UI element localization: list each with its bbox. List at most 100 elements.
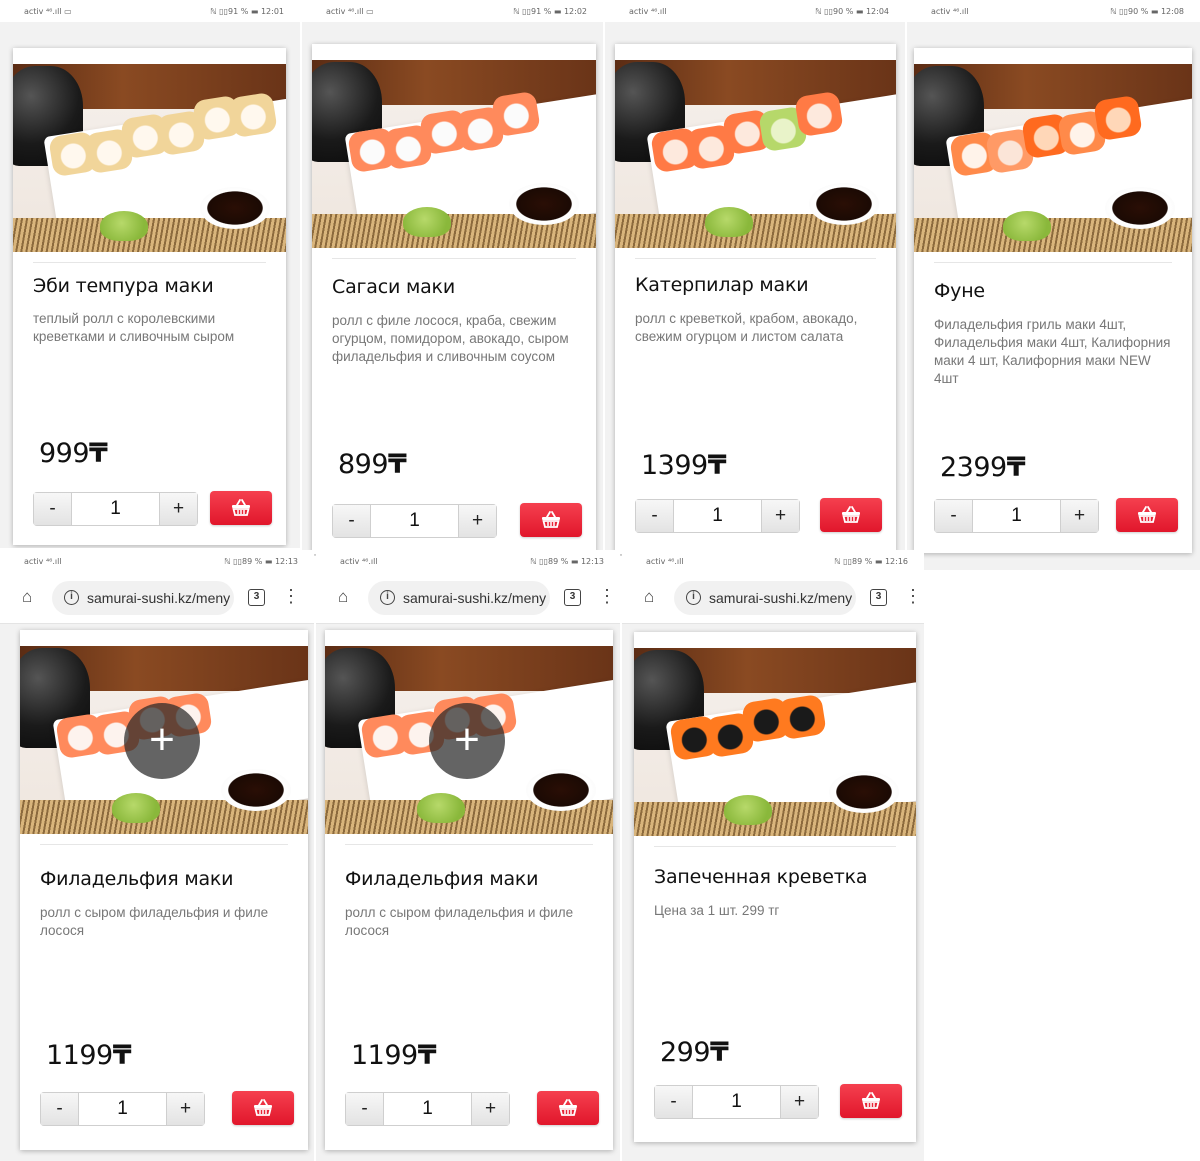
price-value: 299 [660,1037,711,1068]
product-image[interactable]: + [325,646,613,834]
status-bar: activ ⁴⁶.ıll ▭ ℕ ▯▯91 % ▬ 12:01 [0,0,300,22]
add-to-cart-button[interactable] [210,491,272,525]
status-bar: activ ⁴⁶.ıll ℕ ▯▯89 % ▬ 12:13 [316,550,620,572]
status-bar: activ ⁴⁶.ıll ℕ ▯▯89 % ▬ 12:16 [622,550,924,572]
decrease-quantity-button[interactable]: - [34,493,72,525]
quantity-stepper: -1 + [635,499,800,533]
phone-screenshot: activ ⁴⁶.ıll ▭ ℕ ▯▯91 % ▬ 12:02 Сагаси мак… [302,0,603,556]
url-text[interactable]: samurai-sushi.kz/meny [87,590,230,606]
quantity-input[interactable]: 1 [371,505,458,537]
add-to-cart-button[interactable] [537,1091,599,1125]
product-image[interactable] [634,648,916,836]
product-description: ролл с филе лосося, краба, свежим огурцо… [332,313,569,364]
add-to-cart-button[interactable] [820,498,882,532]
sushi-roll [1093,94,1143,142]
wasabi [1002,210,1051,241]
currency-symbol: ₸ [1006,452,1026,483]
product-price: 1399₸ [641,450,727,481]
url-text[interactable]: samurai-sushi.kz/meny [709,590,852,606]
product-card: + Филадельфия маки ролл с сыром филадельфи… [20,630,308,1150]
increase-quantity-button[interactable]: + [780,1086,818,1118]
decrease-quantity-button[interactable]: - [346,1093,384,1125]
product-image[interactable] [312,60,596,248]
system-indicators: ℕ ▯▯89 % ▬ 12:16 [834,557,908,566]
quantity-input[interactable]: 1 [973,500,1060,532]
product-price: 999₸ [39,438,108,469]
product-card: Катерпилар маки ролл с креветкой, крабом,… [615,44,896,554]
increase-quantity-button[interactable]: + [166,1093,204,1125]
decrease-quantity-button[interactable]: - [41,1093,79,1125]
address-bar[interactable]: i samurai-sushi.kz/meny [52,581,234,615]
add-overlay-icon[interactable]: + [124,703,200,779]
url-text[interactable]: samurai-sushi.kz/meny [403,590,546,606]
info-icon[interactable]: i [686,590,701,605]
network-indicator: activ ⁴⁶.ıll [340,557,378,566]
product-description: ролл с креветкой, крабом, авокадо, свежи… [635,311,858,344]
address-bar[interactable]: i samurai-sushi.kz/meny [368,581,550,615]
phone-screenshot: activ ⁴⁶.ıll ▭ ℕ ▯▯91 % ▬ 12:01 Эби темпур… [0,0,300,548]
tab-switcher-button[interactable]: 3 [248,589,265,606]
decrease-quantity-button[interactable]: - [935,500,973,532]
quantity-stepper: -1 + [654,1085,819,1119]
add-to-cart-button[interactable] [1116,498,1178,532]
status-bar: activ ⁴⁶.ıll ℕ ▯▯90 % ▬ 12:08 [907,0,1200,22]
more-menu-icon[interactable]: ⋮ [598,584,616,608]
divider [33,262,266,263]
home-icon[interactable]: ⌂ [338,587,348,607]
product-card: Сагаси маки ролл с филе лосося, краба, св… [312,44,596,554]
quantity-input[interactable]: 1 [72,493,159,525]
increase-quantity-button[interactable]: + [159,493,197,525]
sushi-roll [228,91,278,139]
increase-quantity-button[interactable]: + [1060,500,1098,532]
product-image[interactable] [13,64,286,252]
decrease-quantity-button[interactable]: - [655,1086,693,1118]
add-to-cart-button[interactable] [840,1084,902,1118]
browser-toolbar: ⌂ i samurai-sushi.kz/meny 3 ⋮ [316,572,620,624]
add-to-cart-button[interactable] [520,503,582,537]
product-price: 1199₸ [46,1040,132,1071]
network-indicator: activ ⁴⁶.ıll ▭ [24,7,72,16]
product-image[interactable] [914,64,1192,252]
wasabi [704,206,753,237]
quantity-input[interactable]: 1 [693,1086,780,1118]
basket-icon [842,506,860,523]
add-to-cart-button[interactable] [232,1091,294,1125]
home-icon[interactable]: ⌂ [22,587,32,607]
quantity-input[interactable]: 1 [674,500,761,532]
price-value: 1199 [46,1040,113,1071]
product-image[interactable]: + [20,646,308,834]
quantity-stepper: -1 + [332,504,497,538]
increase-quantity-button[interactable]: + [458,505,496,537]
more-menu-icon[interactable]: ⋮ [282,584,300,608]
product-price: 1199₸ [351,1040,437,1071]
decrease-quantity-button[interactable]: - [333,505,371,537]
info-icon[interactable]: i [380,590,395,605]
wasabi [100,210,149,241]
product-card: Фуне Филадельфия гриль маки 4шт, Филадель… [914,48,1192,553]
quantity-input[interactable]: 1 [79,1093,166,1125]
quantity-input[interactable]: 1 [384,1093,471,1125]
home-icon[interactable]: ⌂ [644,587,654,607]
product-description: Филадельфия гриль маки 4шт, Филадельфия … [934,317,1171,386]
wasabi [724,794,773,825]
increase-quantity-button[interactable]: + [761,500,799,532]
decrease-quantity-button[interactable]: - [636,500,674,532]
phone-screenshot: activ ⁴⁶.ıll ℕ ▯▯90 % ▬ 12:08 Фуне Филадель… [907,0,1200,570]
increase-quantity-button[interactable]: + [471,1093,509,1125]
phone-screenshot: activ ⁴⁶.ıll ℕ ▯▯90 % ▬ 12:04 Катерпилар м… [605,0,905,556]
tab-switcher-button[interactable]: 3 [564,589,581,606]
quantity-stepper: -1 + [345,1092,510,1126]
info-icon[interactable]: i [64,590,79,605]
wasabi [402,206,451,237]
phone-screenshot: activ ⁴⁶.ıll ℕ ▯▯89 % ▬ 12:13 ⌂ i samurai-su… [0,550,314,1161]
add-overlay-icon[interactable]: + [429,703,505,779]
product-image[interactable] [615,60,896,248]
currency-symbol: ₸ [707,450,727,481]
divider [332,258,576,259]
more-menu-icon[interactable]: ⋮ [904,584,922,608]
address-bar[interactable]: i samurai-sushi.kz/meny [674,581,856,615]
product-card: Эби темпура маки теплый ролл с королевски… [13,48,286,545]
tab-switcher-button[interactable]: 3 [870,589,887,606]
system-indicators: ℕ ▯▯90 % ▬ 12:08 [1110,7,1184,16]
status-bar: activ ⁴⁶.ıll ℕ ▯▯89 % ▬ 12:13 [0,550,314,572]
